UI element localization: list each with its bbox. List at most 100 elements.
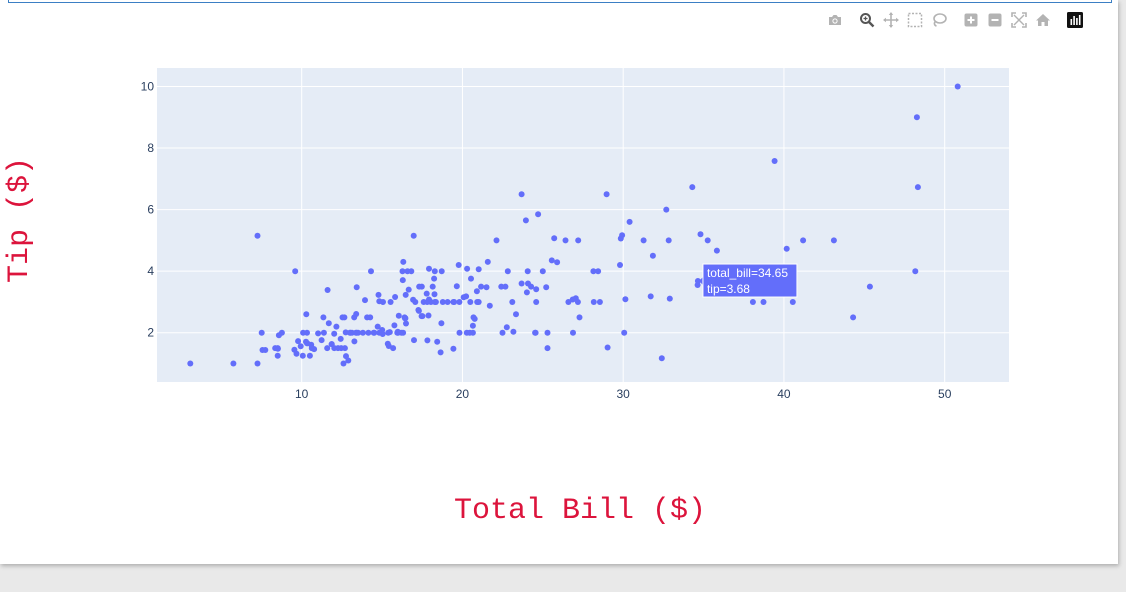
data-point[interactable] — [341, 345, 348, 352]
data-point[interactable] — [504, 268, 511, 275]
data-point[interactable] — [403, 320, 409, 327]
data-point[interactable] — [410, 232, 417, 239]
data-point[interactable] — [368, 268, 374, 275]
data-point[interactable] — [533, 299, 540, 305]
data-point[interactable] — [539, 268, 546, 275]
data-point[interactable] — [800, 237, 807, 244]
data-point[interactable] — [434, 338, 441, 345]
data-point[interactable] — [626, 218, 633, 225]
data-point[interactable] — [749, 299, 756, 305]
data-point[interactable] — [562, 237, 569, 244]
data-point[interactable] — [502, 283, 509, 290]
data-point[interactable] — [426, 296, 432, 303]
data-point[interactable] — [400, 329, 407, 336]
data-point[interactable] — [230, 360, 237, 367]
data-point[interactable] — [367, 314, 374, 321]
data-point[interactable] — [478, 283, 485, 290]
data-point[interactable] — [455, 262, 462, 268]
data-point[interactable] — [387, 299, 394, 305]
data-point[interactable] — [771, 158, 778, 164]
data-point[interactable] — [464, 265, 471, 272]
data-point[interactable] — [438, 320, 445, 327]
data-point[interactable] — [913, 114, 920, 121]
data-point[interactable] — [333, 323, 340, 330]
data-point[interactable] — [450, 345, 457, 352]
data-point[interactable] — [663, 206, 670, 213]
data-point[interactable] — [380, 299, 386, 305]
data-point[interactable] — [425, 312, 432, 319]
data-point[interactable] — [408, 268, 415, 275]
data-point[interactable] — [402, 291, 409, 298]
data-point[interactable] — [328, 341, 335, 348]
data-point[interactable] — [544, 329, 551, 336]
data-point[interactable] — [254, 232, 261, 239]
data-point[interactable] — [295, 338, 302, 345]
data-point[interactable] — [850, 314, 857, 321]
data-point[interactable] — [303, 311, 310, 318]
data-point[interactable] — [649, 252, 656, 259]
data-point[interactable] — [359, 329, 366, 336]
data-point[interactable] — [830, 237, 837, 244]
data-point[interactable] — [866, 283, 873, 290]
data-point[interactable] — [518, 191, 525, 198]
data-point[interactable] — [596, 299, 603, 305]
data-point[interactable] — [576, 314, 583, 321]
data-point[interactable] — [647, 293, 654, 300]
data-point[interactable] — [438, 268, 445, 275]
data-point[interactable] — [258, 329, 265, 336]
data-point[interactable] — [493, 237, 500, 244]
data-point[interactable] — [467, 299, 474, 305]
data-point[interactable] — [463, 293, 470, 300]
data-point[interactable] — [954, 83, 961, 90]
data-point[interactable] — [399, 277, 406, 284]
data-point[interactable] — [535, 211, 542, 218]
data-point[interactable] — [475, 299, 482, 305]
data-point[interactable] — [469, 329, 476, 336]
data-point[interactable] — [365, 329, 372, 336]
data-point[interactable] — [395, 312, 402, 319]
data-point[interactable] — [484, 258, 491, 265]
data-point[interactable] — [574, 299, 581, 305]
data-point[interactable] — [513, 311, 519, 318]
data-point[interactable] — [318, 337, 325, 344]
data-point[interactable] — [292, 268, 299, 275]
data-point[interactable] — [400, 258, 407, 265]
data-point[interactable] — [456, 329, 463, 336]
data-point[interactable] — [320, 329, 327, 336]
data-point[interactable] — [254, 360, 261, 367]
data-point[interactable] — [324, 287, 331, 293]
data-point[interactable] — [689, 184, 696, 191]
data-point[interactable] — [315, 330, 322, 337]
data-point[interactable] — [603, 191, 610, 198]
data-point[interactable] — [640, 237, 647, 244]
data-point[interactable] — [337, 335, 344, 342]
data-point[interactable] — [419, 313, 426, 320]
data-point[interactable] — [532, 329, 539, 336]
data-point[interactable] — [311, 346, 318, 353]
data-point[interactable] — [760, 299, 767, 305]
data-point[interactable] — [666, 295, 673, 302]
data-point[interactable] — [299, 352, 306, 359]
data-point[interactable] — [912, 268, 919, 275]
data-point[interactable] — [306, 352, 313, 359]
data-point[interactable] — [503, 324, 510, 331]
data-point[interactable] — [450, 299, 457, 305]
data-point[interactable] — [431, 275, 438, 282]
data-point[interactable] — [386, 329, 393, 336]
data-point[interactable] — [304, 329, 310, 336]
data-point[interactable] — [391, 322, 398, 329]
data-point[interactable] — [453, 283, 460, 290]
data-point[interactable] — [320, 314, 327, 321]
data-point[interactable] — [551, 235, 558, 242]
data-point[interactable] — [325, 320, 332, 327]
data-point[interactable] — [554, 259, 561, 266]
data-point[interactable] — [604, 344, 611, 351]
data-point[interactable] — [518, 280, 525, 287]
data-point[interactable] — [483, 284, 490, 291]
data-point[interactable] — [341, 314, 348, 321]
data-point[interactable] — [362, 297, 368, 304]
data-point[interactable] — [331, 330, 338, 337]
data-point[interactable] — [405, 286, 412, 293]
data-point[interactable] — [353, 329, 360, 336]
scatter-chart[interactable]: 10 20 30 40 50 2 4 6 8 10 total_bill=34.65 tip=3.… — [0, 0, 1118, 564]
